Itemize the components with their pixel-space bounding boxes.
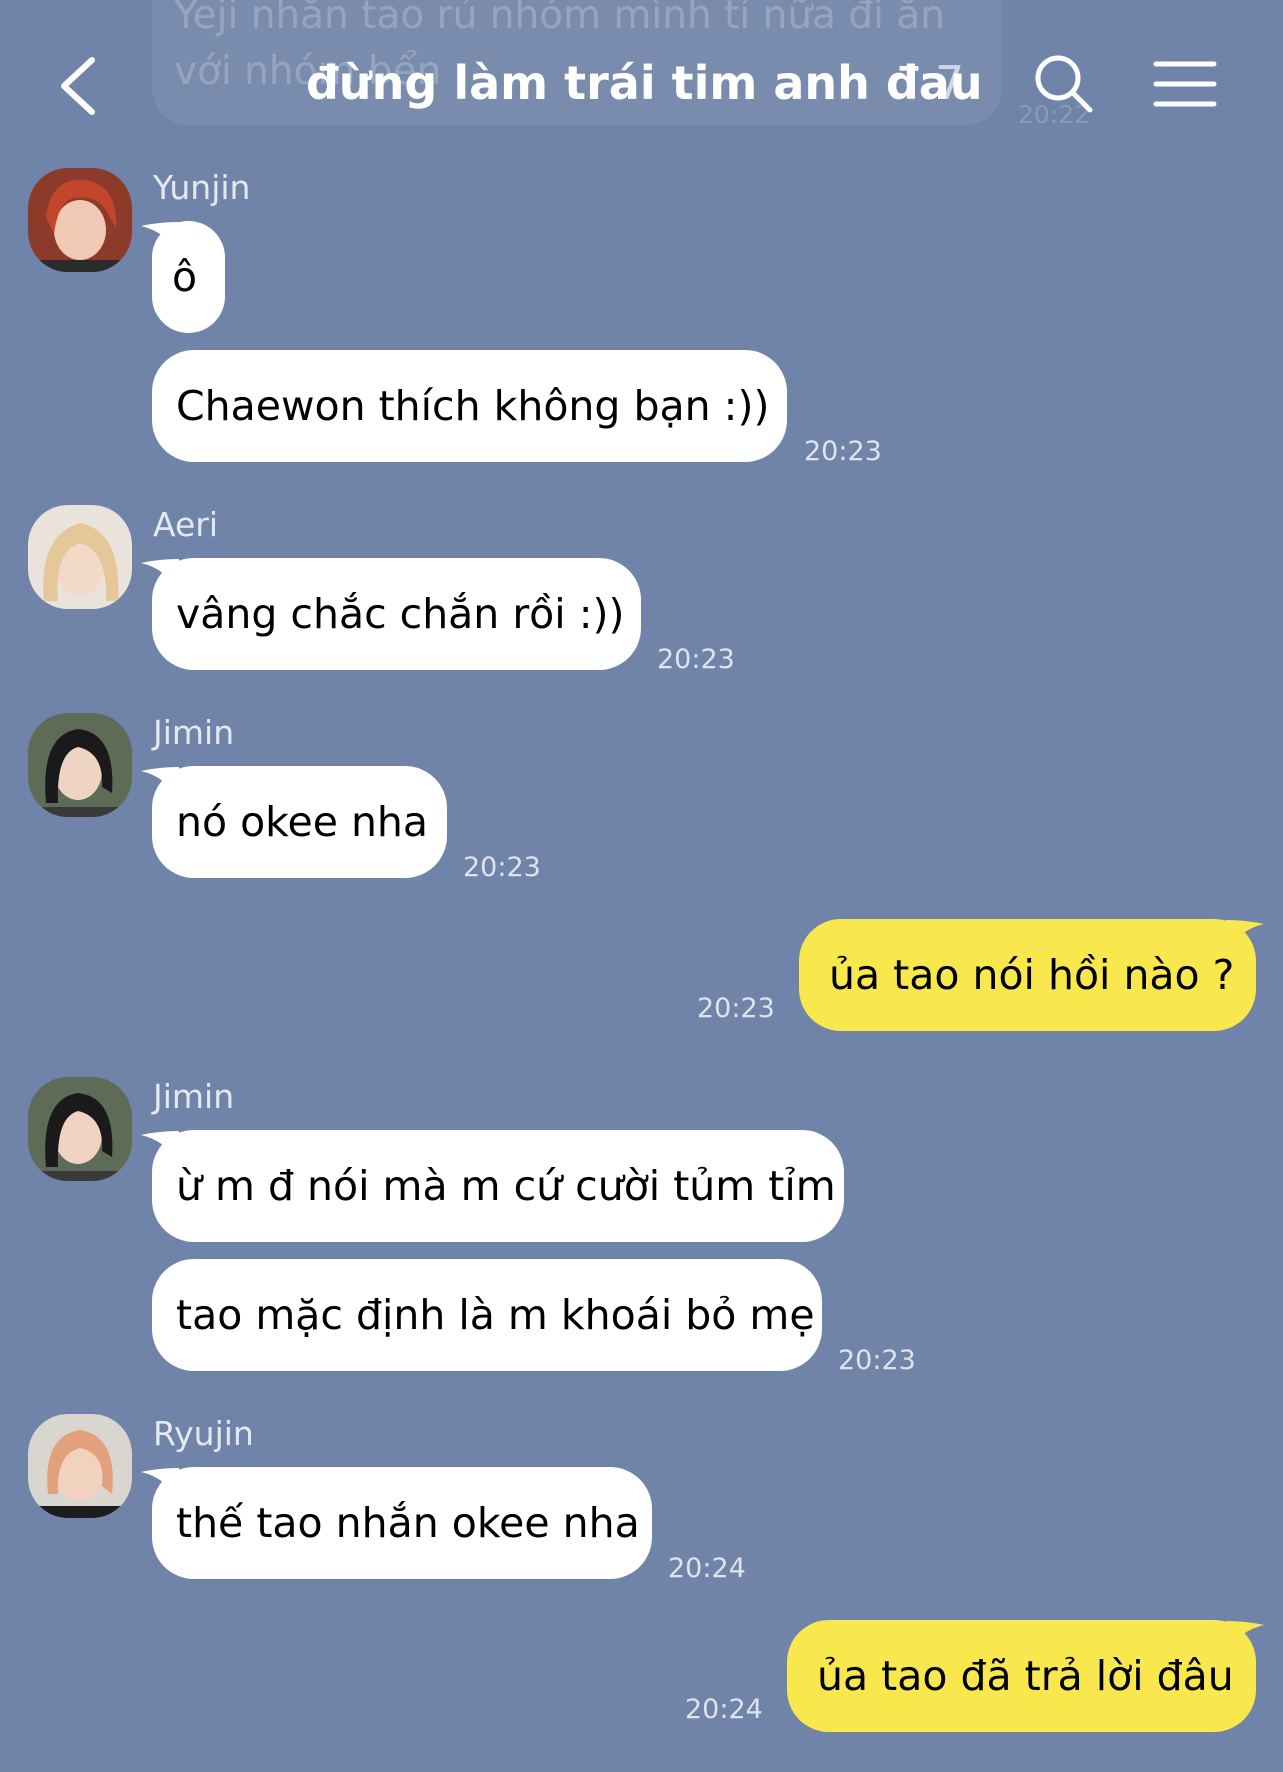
message-time: 20:23 <box>657 644 735 675</box>
message-time: 20:23 <box>697 993 775 1024</box>
avatar-ryujin[interactable] <box>28 1414 132 1518</box>
message-bubble[interactable]: thế tao nhắn okee nha <box>152 1467 652 1579</box>
message-bubble[interactable]: nó okee nha <box>152 766 447 878</box>
message-time: 20:24 <box>668 1553 746 1584</box>
menu-button[interactable] <box>1152 56 1218 112</box>
message-bubble[interactable]: tao mặc định là m khoái bỏ mẹ <box>152 1259 822 1371</box>
chat-title[interactable]: đừng làm trái tim anh đau <box>306 56 983 110</box>
sender-name: Jimin <box>153 1077 235 1116</box>
message-time: 20:23 <box>838 1345 916 1376</box>
my-message-bubble[interactable]: ủa tao đã trả lời đâu <box>787 1620 1256 1732</box>
back-arrow-icon <box>61 57 95 115</box>
avatar-yunjin[interactable] <box>28 168 132 272</box>
member-count[interactable]: 7 <box>935 56 964 110</box>
avatar-jimin[interactable] <box>28 1077 132 1181</box>
my-message-bubble[interactable]: ủa tao nói hồi nào ? <box>799 919 1256 1031</box>
search-button[interactable] <box>1032 52 1096 116</box>
sender-name: Ryujin <box>153 1414 254 1453</box>
bubble-tail <box>1226 920 1264 954</box>
message-bubble[interactable]: ừ m đ nói mà m cứ cười tủm tỉm <box>152 1130 844 1242</box>
chat-header: đừng làm trái tim anh đau 7 <box>0 0 1283 170</box>
menu-icon <box>1153 61 1217 107</box>
message-bubble[interactable]: Chaewon thích không bạn :)) <box>152 350 787 462</box>
sender-name: Jimin <box>153 713 235 752</box>
message-time: 20:23 <box>463 852 541 883</box>
avatar-aeri[interactable] <box>28 505 132 609</box>
avatar-jimin[interactable] <box>28 713 132 817</box>
back-button[interactable] <box>40 44 120 124</box>
message-time: 20:23 <box>804 436 882 467</box>
sender-name: Aeri <box>153 505 219 544</box>
message-bubble[interactable]: vâng chắc chắn rồi :)) <box>152 558 641 670</box>
bubble-tail <box>1226 1621 1264 1655</box>
message-time: 20:24 <box>685 1694 763 1725</box>
message-bubble[interactable]: ô <box>152 221 225 333</box>
search-icon <box>1035 55 1093 113</box>
sender-name: Yunjin <box>153 168 251 207</box>
